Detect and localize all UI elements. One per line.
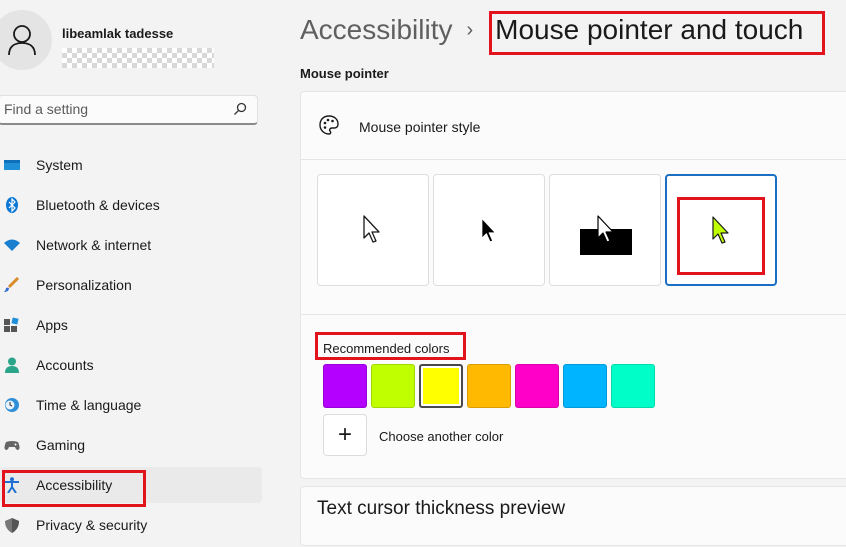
pointer-style-inverted[interactable]: [549, 174, 661, 286]
chevron-right-icon: ›: [466, 18, 474, 41]
black-pointer-icon: [481, 217, 496, 243]
page-title: Mouse pointer and touch: [495, 14, 804, 45]
sidebar-item-accessibility[interactable]: Accessibility: [0, 467, 262, 503]
pointer-style-custom[interactable]: [665, 174, 777, 286]
monitor-icon: [4, 160, 20, 170]
divider: [301, 314, 846, 315]
sidebar-item-time-language[interactable]: Time & language: [0, 387, 262, 423]
sidebar-item-accounts[interactable]: Accounts: [0, 347, 262, 383]
color-swatch-magenta[interactable]: [515, 364, 559, 408]
custom-color-pointer-icon: [712, 216, 729, 244]
sidebar-item-label: Apps: [36, 317, 68, 333]
white-pointer-icon: [363, 215, 380, 243]
pointer-style-header: Mouse pointer style: [301, 92, 846, 160]
clock-globe-icon: [5, 398, 19, 412]
pointer-style-label: Mouse pointer style: [359, 119, 481, 135]
apps-icon: [4, 317, 19, 332]
sidebar-item-gaming[interactable]: Gaming: [0, 427, 262, 463]
inverted-pointer-icon: [580, 215, 632, 255]
sidebar-item-label: Bluetooth & devices: [36, 197, 160, 213]
section-title: Mouse pointer: [300, 66, 389, 81]
user-profile[interactable]: libeamlak tadesse: [0, 10, 290, 72]
search-box[interactable]: [0, 95, 258, 125]
pointer-style-black[interactable]: [433, 174, 545, 286]
person-icon: [5, 357, 19, 373]
accessibility-icon: [5, 477, 19, 493]
sidebar-item-label: Time & language: [36, 397, 142, 413]
user-name: libeamlak tadesse: [62, 26, 174, 41]
sidebar-item-network[interactable]: Network & internet: [0, 227, 262, 263]
sidebar-nav: System Bluetooth & devices Network & int…: [0, 147, 262, 547]
sidebar-item-label: Accounts: [36, 357, 94, 373]
sidebar-item-label: Accessibility: [36, 477, 113, 493]
color-swatch-teal[interactable]: [611, 364, 655, 408]
palette-icon: [319, 115, 339, 135]
plus-icon: +: [337, 421, 352, 448]
sidebar-item-bluetooth[interactable]: Bluetooth & devices: [0, 187, 262, 223]
color-swatch-orange[interactable]: [467, 364, 511, 408]
color-swatch-purple[interactable]: [323, 364, 367, 408]
pointer-style-white[interactable]: [317, 174, 429, 286]
wifi-icon: [4, 239, 20, 251]
breadcrumb: Accessibility › Mouse pointer and touch: [300, 10, 803, 50]
color-swatch-blue[interactable]: [563, 364, 607, 408]
sidebar-item-label: Personalization: [36, 277, 132, 293]
breadcrumb-parent[interactable]: Accessibility: [300, 14, 452, 46]
text-cursor-title: Text cursor thickness preview: [317, 498, 566, 519]
sidebar-item-label: System: [36, 157, 83, 173]
color-swatch-yellow[interactable]: [419, 364, 463, 408]
search-input[interactable]: [0, 96, 224, 122]
recommended-colors-label: Recommended colors: [323, 341, 450, 356]
mouse-pointer-card: Mouse pointer style Recommended colors +…: [300, 91, 846, 479]
sidebar-item-label: Privacy & security: [36, 517, 148, 533]
sidebar-item-personalization[interactable]: Personalization: [0, 267, 262, 303]
brush-icon: [4, 277, 20, 292]
sidebar-item-label: Network & internet: [36, 237, 152, 253]
user-email-redacted: [62, 48, 214, 68]
search-icon[interactable]: [233, 102, 247, 116]
bluetooth-icon: [6, 197, 18, 213]
text-cursor-card: Text cursor thickness preview: [300, 486, 846, 546]
avatar[interactable]: [0, 10, 52, 70]
shield-icon: [5, 518, 19, 533]
gamepad-icon: [4, 441, 20, 450]
add-color-button[interactable]: +: [323, 414, 367, 456]
sidebar-item-label: Gaming: [36, 437, 86, 453]
person-icon: [8, 25, 36, 56]
sidebar-item-apps[interactable]: Apps: [0, 307, 262, 343]
color-swatch-lime[interactable]: [371, 364, 415, 408]
choose-another-color-label[interactable]: Choose another color: [379, 429, 503, 444]
sidebar-item-system[interactable]: System: [0, 147, 262, 183]
sidebar-item-privacy-security[interactable]: Privacy & security: [0, 507, 262, 543]
